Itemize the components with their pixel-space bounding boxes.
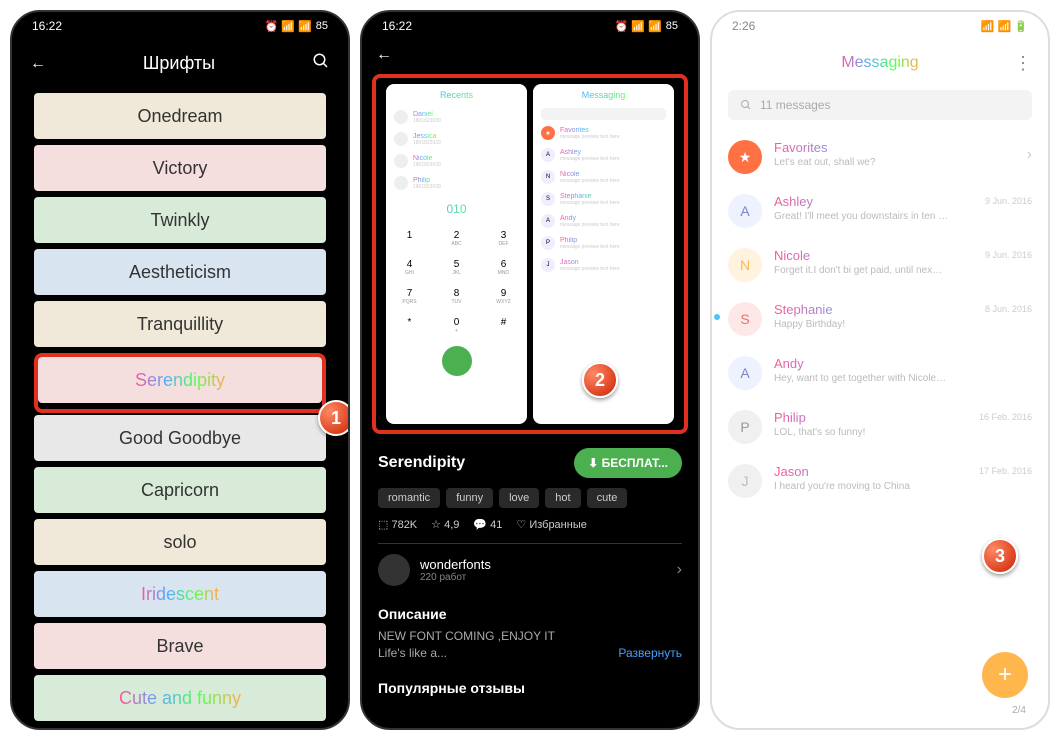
preview-row: Recents Daniel1801823639Jessica180182363… [372,74,688,434]
message-item[interactable]: AAshleyGreat! I'll meet you downstairs i… [724,184,1036,238]
call-button[interactable] [442,346,472,376]
expand-button[interactable]: Развернуть [618,645,682,662]
font-name: Serendipity [378,454,465,472]
status-bar: 2:26 📶 📶 🔋 [712,12,1048,40]
message-date: 8 Jun. 2016 [985,304,1032,314]
preview-search [541,108,666,120]
downloads-stat: ⬚ 782K [378,518,417,531]
font-item[interactable]: Cute and funny [34,675,326,721]
avatar: S [728,302,762,336]
font-item[interactable]: Twinkly [34,197,326,243]
contact-name: Favorites [774,140,1032,155]
tag[interactable]: love [499,488,539,508]
step-badge-2: 2 [582,362,618,398]
detail-body: Serendipity ⬇ БЕСПЛАТ... romantic funnylo… [362,438,698,712]
comments-stat: 💬 41 [473,518,502,531]
preview-title: Messaging [533,84,674,106]
message-date: 9 Jun. 2016 [985,196,1032,206]
message-preview: Forget it.I don't bi get paid, until nex… [774,265,1032,276]
tag[interactable]: funny [446,488,493,508]
author-name: wonderfonts [420,557,491,572]
dialed-number: 010 [386,194,527,224]
avatar: A [728,194,762,228]
font-item[interactable]: solo [34,519,326,565]
header: ← Шрифты [12,40,348,87]
message-item[interactable]: NNicoleForget it.I don't bi get paid, un… [724,238,1036,292]
font-item[interactable]: Aestheticism [34,249,326,295]
author-avatar [378,554,410,586]
favorite-button[interactable]: ♡ Избранные [516,518,586,531]
tag[interactable]: cute [587,488,628,508]
avatar: ★ [728,140,762,174]
status-bar: 16:22 ⏰ 📶 📶 85 [12,12,348,40]
message-item[interactable]: A Andy Hey, want to get together with Nico… [724,346,1036,400]
phone-font-detail: 16:22 ⏰ 📶 📶 85 ← Recents Daniel180182363… [360,10,700,730]
status-time: 16:22 [32,19,62,33]
preview-title: Recents [386,84,527,106]
message-preview: Let's eat out, shall we? [774,157,1032,168]
font-item[interactable]: Capricorn [34,467,326,513]
message-item[interactable]: JJasonI heard you're moving to China17 F… [724,454,1036,508]
compose-button[interactable]: + [982,652,1028,698]
message-preview: Hey, want to get together with Nicole… [774,373,1032,384]
search-icon[interactable] [312,52,330,75]
avatar: J [728,464,762,498]
message-date: 9 Jun. 2016 [985,250,1032,260]
font-item[interactable]: Good Goodbye [34,415,326,461]
font-item[interactable]: Onedream [34,93,326,139]
search-input[interactable]: 11 messages [728,90,1032,120]
back-icon[interactable]: ← [362,40,698,70]
author-row[interactable]: wonderfonts 220 работ › [378,543,682,596]
font-item[interactable]: Serendipity [38,357,322,403]
page-title: Шрифты [46,53,312,74]
rating-stat: ☆ 4,9 [431,518,459,531]
message-preview: LOL, that's so funny! [774,427,1032,438]
font-item[interactable]: Brave [34,623,326,669]
download-button[interactable]: ⬇ БЕСПЛАТ... [574,448,682,478]
font-list: Onedream Victory Twinkly Aestheticism Tranqu… [12,87,348,730]
contact-name: Andy [774,356,1032,371]
more-icon[interactable]: ⋮ [1014,53,1032,74]
dialer-pad: 12ABC3DEF4GHI5JKL6MNO7PQRS8TUV9WXYZ*0+# [386,224,527,340]
avatar: A [728,356,762,390]
phone-font-list: 16:22 ⏰ 📶 📶 85 ← Шрифты Onedream Victory T… [10,10,350,730]
status-icons: ⏰ 📶 📶 85 [265,20,328,33]
message-item[interactable]: PPhilipLOL, that's so funny!16 Feb. 2016 [724,400,1036,454]
tag[interactable]: hot [545,488,580,508]
avatar: P [728,410,762,444]
avatar: N [728,248,762,282]
description-text: NEW FONT COMING ,ENJOY IT Life's like a.… [378,628,682,662]
message-item[interactable]: SStephanieHappy Birthday!8 Jun. 2016 [724,292,1036,346]
status-time: 16:22 [382,19,412,33]
step-badge-1: 1 [318,400,350,436]
message-list: ★FavoritesLet's eat out, shall we?›AAshl… [712,130,1048,508]
back-icon[interactable]: ← [30,55,46,73]
tag-list: romantic funny lovehotcute [378,488,682,508]
step-badge-3: 3 [982,538,1018,574]
status-icons: ⏰ 📶 📶 85 [615,20,678,33]
status-icons: 📶 📶 🔋 [981,20,1028,33]
pager: 2/4 [1012,705,1026,716]
font-item[interactable]: Iridescent [34,571,326,617]
message-date: 17 Feb. 2016 [979,466,1032,476]
message-item[interactable]: ★FavoritesLet's eat out, shall we?› [724,130,1036,184]
font-item[interactable]: Tranquillity [34,301,326,347]
font-item[interactable]: Victory [34,145,326,191]
chevron-right-icon: › [677,561,682,579]
tag[interactable]: romantic [378,488,440,508]
stats-row: ⬚ 782K ☆ 4,9 💬 41 ♡ Избранные [378,518,682,531]
phone-messaging: 2:26 📶 📶 🔋 Messaging ⋮ 11 messages ★ Favo… [710,10,1050,730]
page-title: Messaging [841,54,918,72]
messaging-header: Messaging ⋮ [712,40,1048,86]
author-works: 220 работ [420,572,491,583]
status-bar: 16:22 ⏰ 📶 📶 85 [362,12,698,40]
message-preview: Great! I'll meet you downstairs in ten … [774,211,1032,222]
status-time: 2:26 [732,19,755,33]
preview-dialer: Recents Daniel1801823639Jessica180182363… [386,84,527,424]
description-title: Описание [378,606,682,622]
message-date: 16 Feb. 2016 [979,412,1032,422]
message-preview: Happy Birthday! [774,319,1032,330]
message-preview: I heard you're moving to China [774,481,1032,492]
reviews-title: Популярные отзывы [378,680,682,696]
